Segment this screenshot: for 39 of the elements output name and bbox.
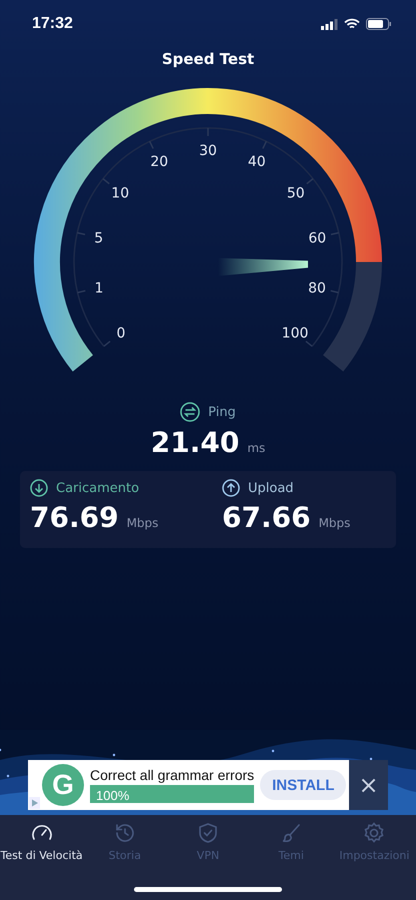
swap-arrows-icon	[180, 402, 200, 422]
screen-title: Speed Test	[160, 50, 256, 68]
status-time: 17:32	[32, 15, 73, 33]
scale-label: 80	[308, 280, 326, 297]
result-value: 67.66	[222, 501, 311, 534]
close-button[interactable]: ×	[349, 760, 388, 810]
ad-choices-icon[interactable]	[29, 797, 40, 809]
scale-label: 20	[150, 154, 168, 170]
scale-label: 0	[116, 325, 126, 342]
gear-icon	[362, 821, 386, 845]
scale-label: 60	[308, 230, 326, 247]
signal-icon	[321, 18, 338, 30]
tab-item[interactable]: Temi	[250, 821, 333, 865]
tab-item[interactable]: Storia	[83, 821, 166, 865]
scale-label: 5	[94, 230, 104, 247]
battery-icon	[366, 18, 392, 30]
scale-label: 10	[111, 185, 130, 202]
install-button[interactable]: INSTALL	[260, 770, 346, 800]
scale-label: 50	[286, 185, 305, 202]
tab-item[interactable]: VPN	[166, 821, 250, 865]
tab-item[interactable]: Impostazioni	[332, 821, 416, 865]
ping-label: Ping	[208, 404, 236, 420]
result-unit: Mbps	[126, 516, 158, 532]
scale-label: 40	[248, 154, 266, 170]
tab-item[interactable]: Test di Velocità	[0, 821, 84, 865]
result-value: 76.69	[30, 501, 119, 534]
ad-logo: G	[42, 764, 84, 806]
scale-label: 1	[94, 280, 104, 297]
scale-label: 30	[199, 143, 217, 159]
scale-label: 100	[282, 325, 308, 342]
result-label: Caricamento	[56, 480, 140, 496]
ping-value: 21.40	[150, 426, 240, 459]
ping-unit: ms	[247, 441, 266, 457]
result-unit: Mbps	[318, 516, 350, 532]
wifi-icon	[344, 18, 360, 30]
result-label: Upload	[248, 480, 294, 496]
ad-headline: Correct all grammar errors	[90, 767, 254, 783]
ad-progress-text: 100%	[95, 788, 130, 803]
ad-banner[interactable]: G Correct all grammar errors 100% INSTALL	[28, 760, 349, 810]
